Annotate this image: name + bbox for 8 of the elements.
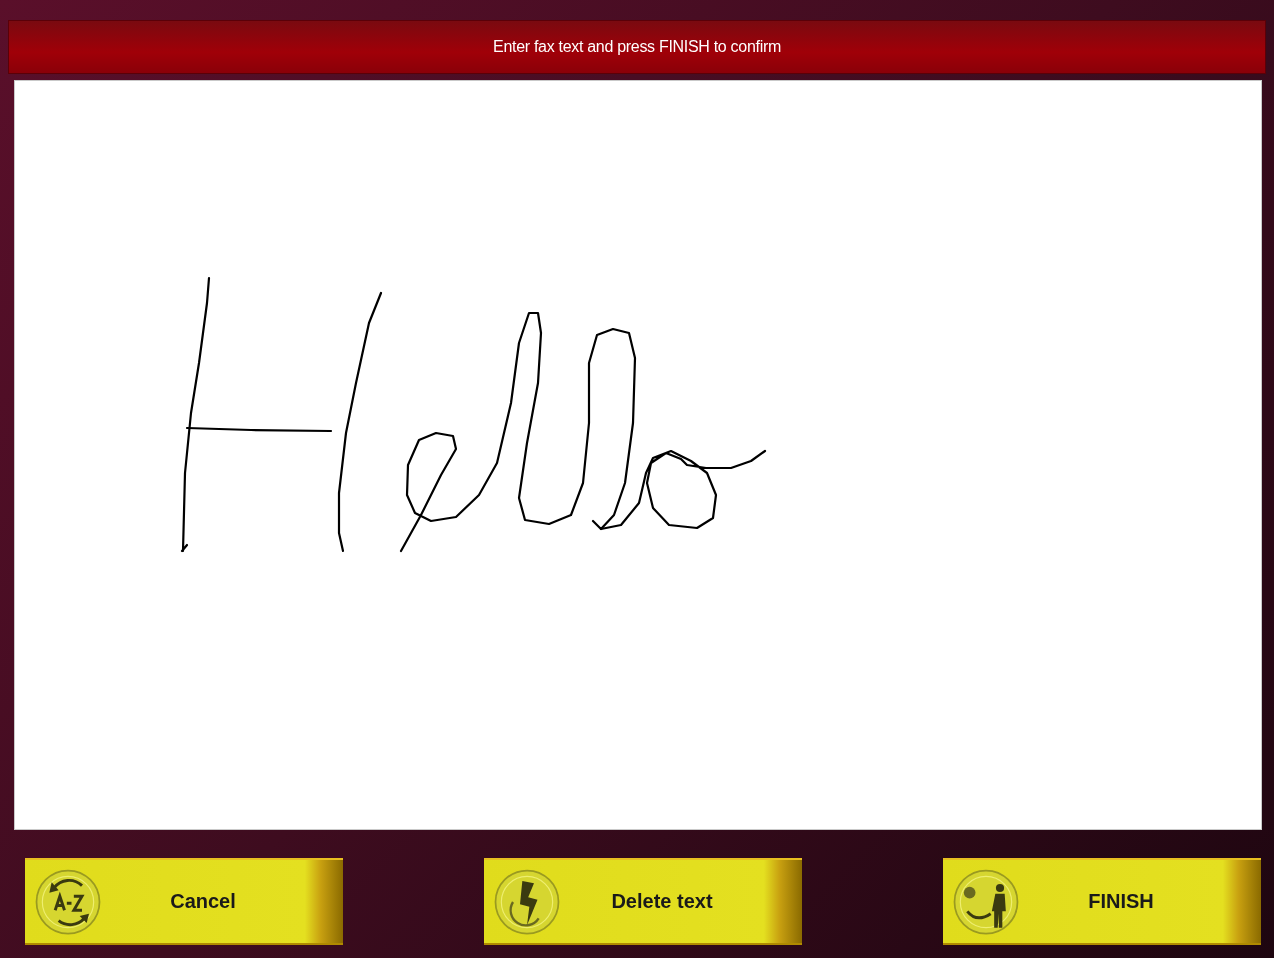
az-cycle-icon [35,869,101,934]
delete-text-button[interactable]: Delete text [484,858,802,945]
drawing-canvas[interactable] [14,80,1262,830]
finish-button[interactable]: FINISH [943,858,1261,945]
title-text: Enter fax text and press FINISH to confirm [493,38,781,56]
person-icon [953,869,1019,934]
cancel-button[interactable]: Cancel [25,858,343,945]
lightning-icon [494,869,560,934]
